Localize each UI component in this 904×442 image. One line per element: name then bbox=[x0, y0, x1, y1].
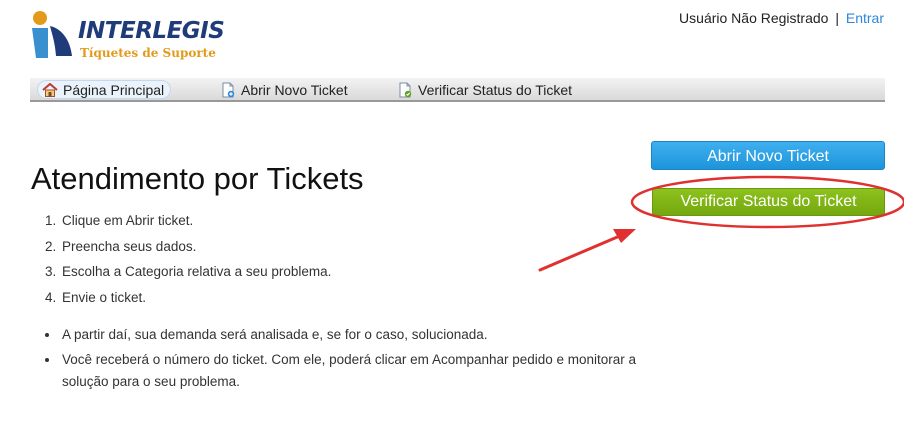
nav-item-home[interactable]: Página Principal bbox=[37, 80, 172, 99]
nav-item-new-ticket-label: Abrir Novo Ticket bbox=[241, 81, 348, 98]
home-icon bbox=[42, 82, 58, 97]
steps-list: Clique em Abrir ticket. Preencha seus da… bbox=[31, 212, 331, 314]
site-logo[interactable]: INTERLEGIS Tíquetes de Suporte bbox=[30, 8, 250, 64]
nav-item-new-ticket[interactable]: Abrir Novo Ticket bbox=[220, 80, 348, 99]
notes-list: A partir daí, sua demanda será analisada… bbox=[31, 324, 680, 396]
check-ticket-status-button[interactable]: Verificar Status do Ticket bbox=[652, 188, 885, 216]
new-ticket-icon bbox=[222, 82, 235, 97]
user-separator: | bbox=[835, 10, 839, 26]
nav-item-home-label: Página Principal bbox=[63, 81, 165, 98]
user-status-bar: Usuário Não Registrado | Entrar bbox=[679, 10, 884, 26]
pointer-arrow-icon bbox=[538, 229, 636, 272]
user-status-text: Usuário Não Registrado bbox=[679, 10, 829, 26]
brand-name: INTERLEGIS bbox=[78, 18, 225, 44]
note-item: Você receberá o número do ticket. Com el… bbox=[60, 349, 680, 393]
main-navbar: Página Principal Abrir Novo Ticket Verif… bbox=[30, 78, 885, 102]
step-item: Envie o ticket. bbox=[60, 289, 331, 315]
open-new-ticket-button[interactable]: Abrir Novo Ticket bbox=[651, 141, 885, 170]
interlegis-logo-icon bbox=[32, 11, 72, 58]
note-item: A partir daí, sua demanda será analisada… bbox=[60, 324, 680, 346]
step-item: Preencha seus dados. bbox=[60, 238, 331, 264]
nav-item-ticket-status[interactable]: Verificar Status do Ticket bbox=[397, 80, 572, 99]
page-title: Atendimento por Tickets bbox=[31, 161, 364, 196]
step-item: Escolha a Categoria relativa a seu probl… bbox=[60, 263, 331, 289]
brand-subtitle: Tíquetes de Suporte bbox=[80, 46, 216, 60]
step-item: Clique em Abrir ticket. bbox=[60, 212, 331, 238]
login-link[interactable]: Entrar bbox=[846, 10, 884, 26]
ticket-status-icon bbox=[399, 82, 412, 97]
nav-item-ticket-status-label: Verificar Status do Ticket bbox=[418, 81, 573, 98]
